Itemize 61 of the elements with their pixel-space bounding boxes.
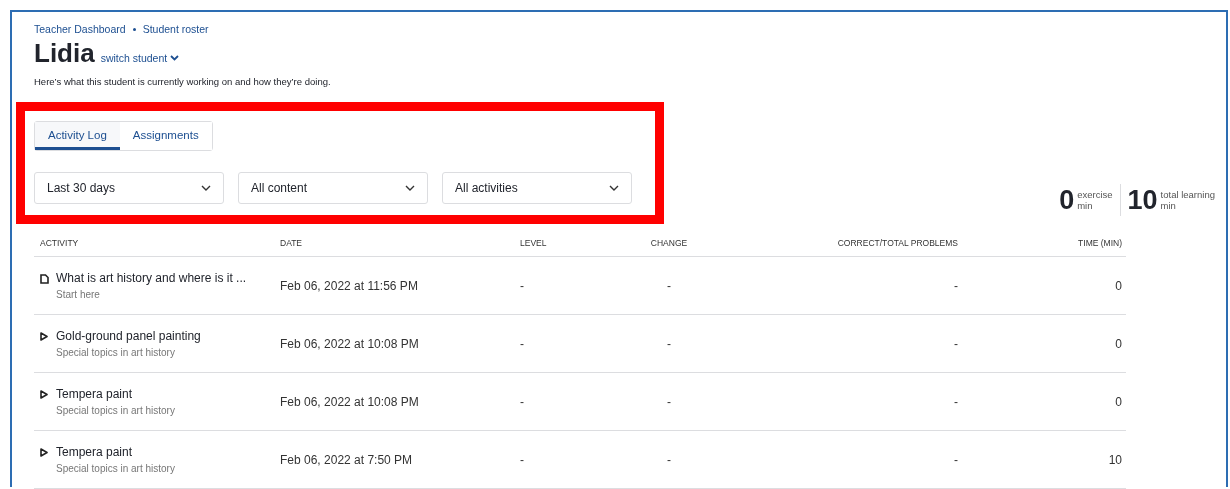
dropdown-value: All activities: [455, 181, 518, 195]
column-header: CHANGE: [649, 238, 689, 248]
table-cell-text: -: [519, 452, 525, 467]
column-header: ACTIVITY: [39, 238, 80, 248]
table-cell-text: -: [953, 394, 959, 409]
stat-value: 0: [1059, 184, 1075, 216]
table-cell-text: -: [666, 452, 672, 467]
breadcrumb-link[interactable]: Teacher Dashboard: [34, 23, 126, 35]
table-cell-text: -: [519, 278, 525, 293]
table-cell-text: 0: [1114, 336, 1123, 351]
stat-unit: min: [1160, 200, 1177, 211]
table-cell-text: -: [666, 336, 672, 351]
table-cell-text: -: [953, 278, 959, 293]
stat-label: total learning: [1160, 189, 1215, 200]
separator-dot: [132, 27, 136, 31]
table-cell-text: Feb 06, 2022 at 10:08 PM: [279, 394, 420, 409]
table-cell-text: 0: [1114, 394, 1123, 409]
switch-student-link[interactable]: switch student: [100, 52, 180, 64]
document-icon: [40, 274, 49, 284]
activity-course: Special topics in art history: [56, 347, 176, 358]
activity-course: Special topics in art history: [56, 405, 175, 416]
play-icon: [40, 332, 48, 341]
activity-link[interactable]: Gold-ground panel painting: [56, 329, 201, 343]
table-cell-text: -: [666, 278, 672, 293]
dropdown[interactable]: All content: [238, 172, 428, 204]
tab[interactable]: Activity Log: [35, 122, 120, 150]
activity-course: Special topics in art history: [56, 463, 175, 474]
table-cell-text: -: [953, 336, 959, 351]
student-name: Lidia: [34, 38, 95, 68]
chevron-down-icon: [405, 185, 415, 191]
column-header: CORRECT/TOTAL PROBLEMS: [836, 238, 959, 248]
stat-value: 10: [1127, 184, 1158, 216]
description: Here’s what this student is currently working on and how they’re doing.: [34, 76, 332, 88]
chevron-down-icon: [170, 55, 180, 61]
table-cell-text: Feb 06, 2022 at 10:08 PM: [279, 336, 420, 351]
dropdown[interactable]: Last 30 days: [34, 172, 224, 204]
activity-course: Start here: [56, 289, 101, 300]
activity-link[interactable]: What is art history and where is it ...: [56, 271, 247, 285]
table-cell-text: 10: [1107, 452, 1123, 467]
activity-link[interactable]: Tempera paint: [56, 387, 175, 401]
stat-unit: min: [1077, 200, 1094, 211]
dropdown-value: Last 30 days: [47, 181, 116, 195]
table-cell-text: -: [953, 452, 959, 467]
table-cell-text: -: [519, 336, 525, 351]
table-cell-text: Feb 06, 2022 at 11:56 PM: [279, 278, 419, 293]
table-cell-text: -: [666, 394, 672, 409]
play-icon: [40, 448, 48, 457]
activity-link[interactable]: Tempera paint: [56, 445, 175, 459]
chevron-down-icon: [201, 185, 211, 191]
breadcrumb-link[interactable]: Student roster: [142, 23, 209, 35]
play-icon: [40, 390, 48, 399]
stat-label: exercise: [1077, 189, 1113, 200]
chevron-down-icon: [609, 185, 619, 191]
dropdown-value: All content: [251, 181, 308, 195]
table-cell-text: Feb 06, 2022 at 7:50 PM: [279, 452, 414, 467]
column-header: DATE: [279, 238, 304, 248]
dropdown[interactable]: All activities: [442, 172, 632, 204]
column-header: TIME (MIN): [1077, 238, 1123, 248]
table-cell-text: -: [519, 394, 525, 409]
column-header: LEVEL: [519, 238, 548, 248]
table-cell-text: 0: [1114, 278, 1123, 293]
